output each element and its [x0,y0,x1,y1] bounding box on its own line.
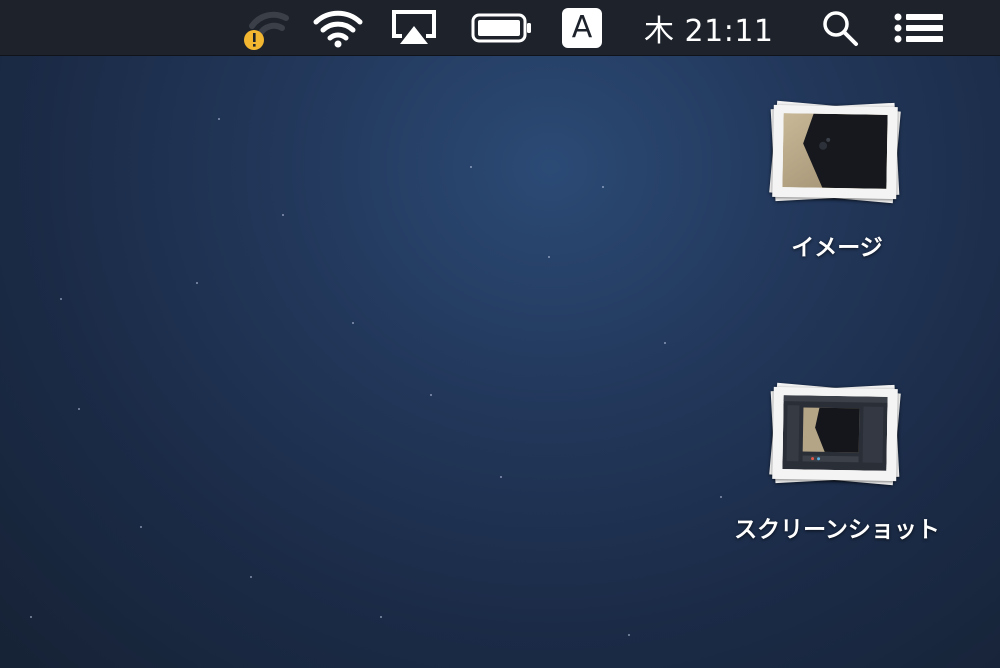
menu-clock[interactable]: 木 21:11 [644,0,774,55]
desktop-icon-images[interactable]: イメージ [737,98,937,262]
input-source-label: A [562,7,602,48]
desktop-icon-screenshots[interactable]: スクリーンショット [734,380,940,544]
battery-icon[interactable] [470,0,534,55]
photo-stack-icon [767,98,907,208]
spotlight-search-icon[interactable] [818,0,862,55]
photo-stack-icon [767,380,907,490]
notification-center-icon[interactable] [892,0,946,55]
wifi-icon[interactable] [310,0,366,55]
desktop-icon-label: スクリーンショット [734,517,940,543]
input-source-menu[interactable]: A [561,0,603,55]
airplay-icon[interactable] [388,0,440,55]
desktop-icon-label: イメージ [791,235,883,261]
screenshot-thumbnail [782,395,888,471]
wifi-signal-warning-icon[interactable] [238,0,294,55]
menu-bar: A 木 21:11 [0,0,1000,56]
photo-thumbnail [782,113,888,189]
